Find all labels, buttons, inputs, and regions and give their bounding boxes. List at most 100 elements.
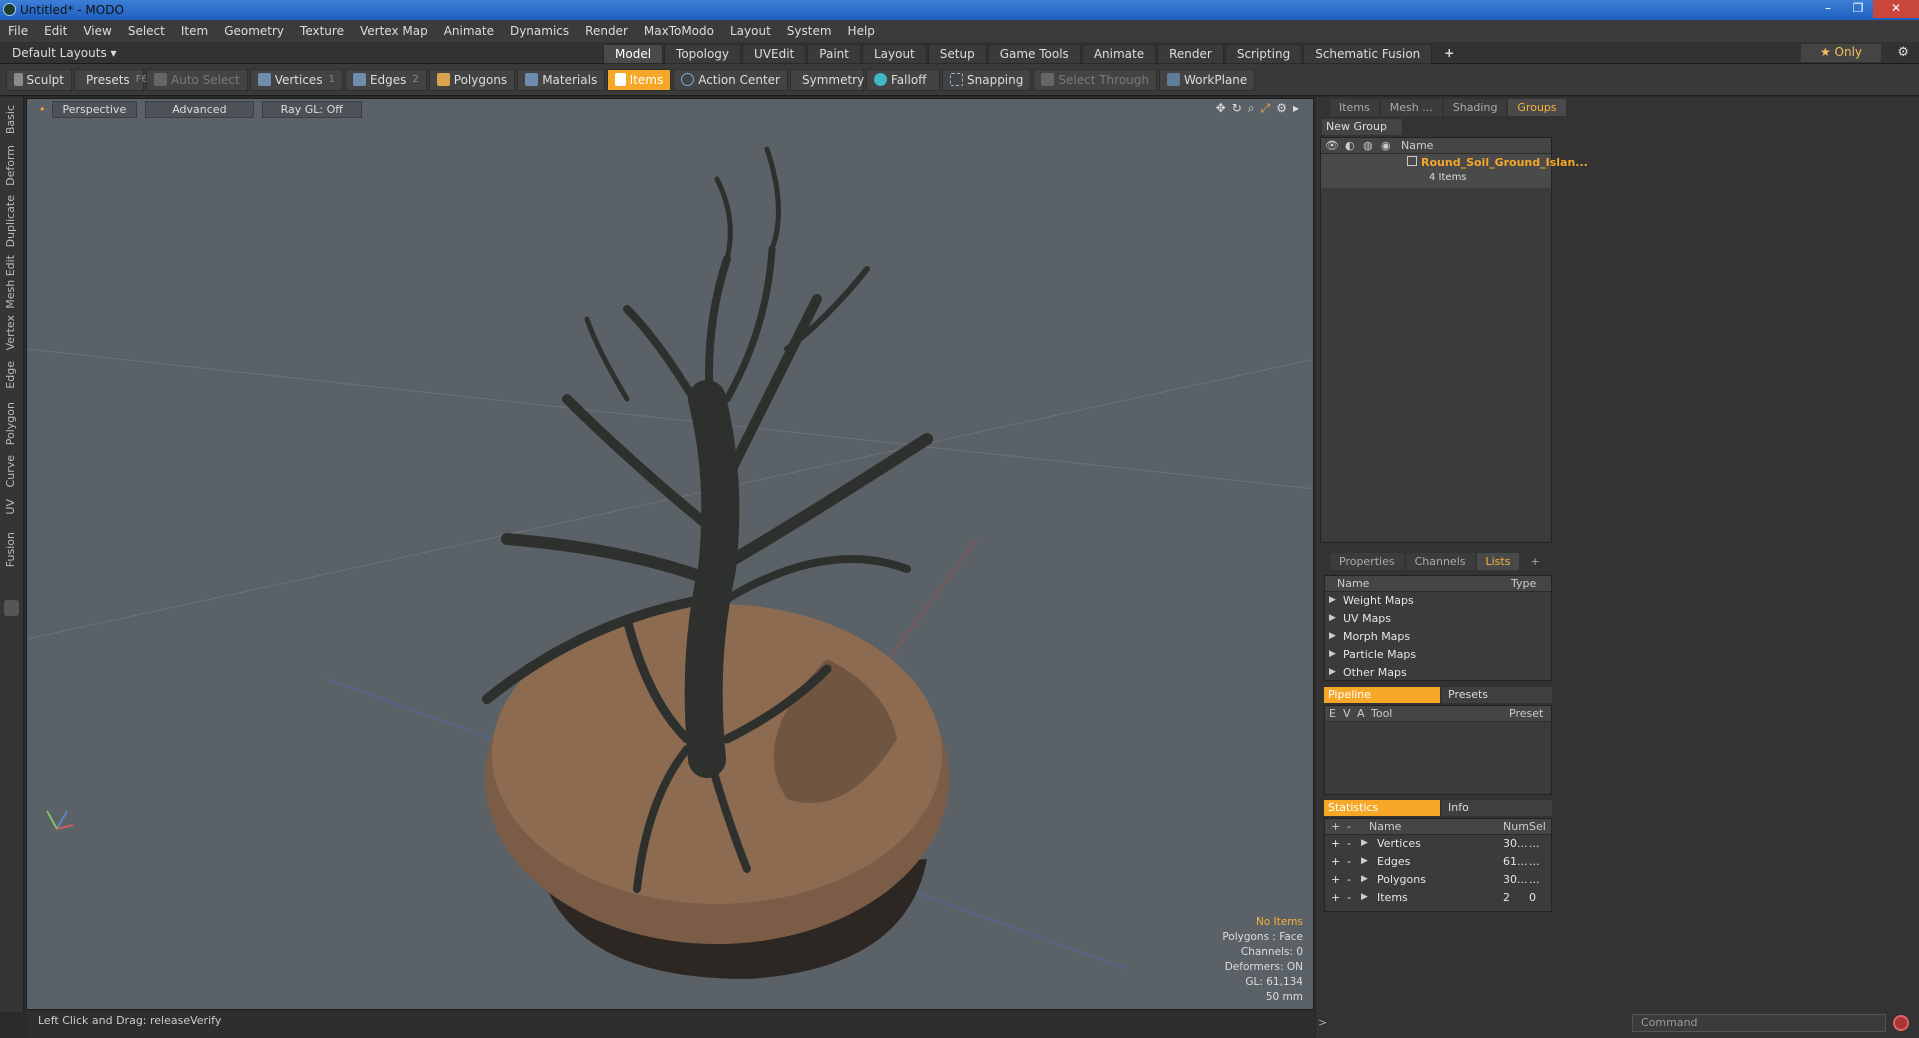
minimize-button[interactable]: – [1813, 0, 1843, 18]
menu-layout[interactable]: Layout [722, 24, 779, 38]
left-tab-mesh-edit[interactable]: Mesh Edit [4, 255, 17, 309]
add-icon[interactable]: + [1331, 873, 1340, 886]
left-tab-polygon[interactable]: Polygon [4, 402, 17, 445]
maximize-button[interactable]: ❐ [1843, 0, 1873, 18]
left-tab-deform[interactable]: Deform [4, 145, 17, 186]
menu-select[interactable]: Select [120, 24, 173, 38]
table-row[interactable]: + - ▶ Polygons 30... ... [1325, 871, 1551, 889]
table-row[interactable]: + - ▶ Vertices 30... ... [1325, 835, 1551, 853]
action-center-button[interactable]: Action Center [673, 68, 788, 91]
tab-properties[interactable]: Properties [1330, 552, 1404, 570]
tab-paint[interactable]: Paint [807, 44, 861, 64]
list-item[interactable]: ▶ Morph Maps [1325, 628, 1551, 646]
tab-mesh[interactable]: Mesh ... [1380, 98, 1442, 116]
stats-num: 30... [1503, 837, 1528, 850]
menu-item[interactable]: Item [173, 24, 216, 38]
tab-lists[interactable]: Lists [1476, 552, 1520, 570]
left-tab-basic[interactable]: Basic [4, 105, 17, 134]
left-tab-duplicate[interactable]: Duplicate [4, 195, 17, 247]
default-layouts-dropdown[interactable]: Default Layouts ▾ [12, 46, 117, 60]
list-item[interactable]: ▶ Particle Maps [1325, 646, 1551, 664]
menu-dynamics[interactable]: Dynamics [502, 24, 577, 38]
remove-icon[interactable]: - [1347, 891, 1351, 904]
menu-view[interactable]: View [75, 24, 119, 38]
tab-layout[interactable]: Layout [861, 44, 927, 64]
symmetry-button[interactable]: Symmetry [790, 68, 864, 91]
select-through-button[interactable]: Select Through [1033, 68, 1157, 91]
menu-render[interactable]: Render [577, 24, 636, 38]
command-prompt-icon: > [1318, 1016, 1328, 1029]
add-icon[interactable]: + [1331, 891, 1340, 904]
list-item-label: Weight Maps [1343, 594, 1414, 607]
tab-scripting[interactable]: Scripting [1224, 44, 1303, 64]
info-tab[interactable]: Info [1442, 800, 1552, 816]
tab-groups[interactable]: Groups [1508, 98, 1566, 116]
remove-icon[interactable]: - [1347, 837, 1351, 850]
remove-icon[interactable]: - [1347, 855, 1351, 868]
presets-tab[interactable]: Presets [1442, 687, 1552, 703]
falloff-button[interactable]: Falloff [866, 68, 940, 91]
record-icon[interactable] [1893, 1015, 1909, 1031]
list-item[interactable]: ▶ Other Maps [1325, 664, 1551, 682]
group-row[interactable]: Round_Soil_Ground_Islan... 4 Items [1321, 154, 1588, 188]
left-tab-fusion[interactable]: Fusion [4, 532, 17, 567]
left-tab-vertex[interactable]: Vertex [4, 315, 17, 350]
close-button[interactable]: ✕ [1873, 0, 1919, 18]
menu-vertex-map[interactable]: Vertex Map [352, 24, 436, 38]
remove-icon[interactable]: - [1347, 873, 1351, 886]
add-panel-tab-button[interactable]: + [1521, 553, 1548, 570]
tab-topology[interactable]: Topology [664, 44, 742, 64]
pipeline-tab[interactable]: Pipeline [1324, 687, 1440, 703]
auto-select-button[interactable]: Auto Select [146, 68, 248, 91]
menu-texture[interactable]: Texture [292, 24, 352, 38]
stats-sel: 0 [1529, 891, 1536, 904]
polygons-icon [436, 73, 450, 86]
workplane-button[interactable]: WorkPlane [1158, 68, 1256, 91]
left-tab-uv[interactable]: UV [4, 499, 17, 515]
list-item[interactable]: ▶ Weight Maps [1325, 592, 1551, 610]
3d-viewport[interactable]: • Perspective Advanced Ray GL: Off ✥ ↻ ⌕… [26, 98, 1314, 1010]
pipeline-e-header: E [1329, 707, 1336, 720]
tab-setup[interactable]: Setup [927, 44, 987, 64]
add-icon[interactable]: + [1331, 855, 1340, 868]
tab-render[interactable]: Render [1157, 44, 1224, 64]
add-icon[interactable]: + [1331, 837, 1340, 850]
table-row[interactable]: + - ▶ Edges 61... ... [1325, 853, 1551, 871]
tab-shading[interactable]: Shading [1443, 98, 1507, 116]
menu-geometry[interactable]: Geometry [216, 24, 292, 38]
new-group-button[interactable]: New Group [1322, 119, 1402, 135]
tab-model[interactable]: Model [603, 44, 664, 64]
statistics-tab[interactable]: Statistics [1324, 800, 1440, 816]
tab-game-tools[interactable]: Game Tools [987, 44, 1081, 64]
tab-channels[interactable]: Channels [1405, 552, 1475, 570]
list-item[interactable]: ▶ UV Maps [1325, 610, 1551, 628]
snapping-button[interactable]: Snapping [942, 68, 1032, 91]
tab-uvedit[interactable]: UVEdit [742, 44, 807, 64]
add-tab-button[interactable]: + [1433, 44, 1465, 64]
menu-maxtomodo[interactable]: MaxToModo [636, 24, 722, 38]
materials-button[interactable]: Materials [517, 68, 606, 91]
left-tab-edge[interactable]: Edge [4, 361, 17, 389]
items-button[interactable]: Items [607, 68, 672, 91]
tab-animate[interactable]: Animate [1081, 44, 1157, 64]
gear-icon[interactable]: ⚙ [1897, 45, 1909, 60]
menu-system[interactable]: System [779, 24, 840, 38]
tab-schematic-fusion[interactable]: Schematic Fusion [1303, 44, 1433, 64]
table-row[interactable]: + - ▶ Items 2 0 [1325, 889, 1551, 907]
menu-edit[interactable]: Edit [36, 24, 75, 38]
menu-file[interactable]: File [0, 24, 36, 38]
panel-toggle-icon[interactable] [4, 600, 19, 616]
sculpt-button[interactable]: Sculpt [6, 68, 72, 91]
presets-button[interactable]: Presets F6 [74, 68, 148, 91]
vertices-button[interactable]: Vertices 1 [249, 68, 343, 91]
polygons-button[interactable]: Polygons [428, 68, 516, 91]
list-item-label: Particle Maps [1343, 648, 1417, 661]
command-input[interactable]: Command [1632, 1014, 1886, 1032]
materials-icon [525, 73, 539, 86]
tab-items[interactable]: Items [1330, 98, 1379, 116]
only-toggle-button[interactable]: ★ Only [1801, 44, 1881, 62]
menu-help[interactable]: Help [840, 24, 883, 38]
menu-animate[interactable]: Animate [436, 24, 502, 38]
left-tab-curve[interactable]: Curve [4, 455, 17, 487]
edges-button[interactable]: Edges 2 [344, 68, 427, 91]
